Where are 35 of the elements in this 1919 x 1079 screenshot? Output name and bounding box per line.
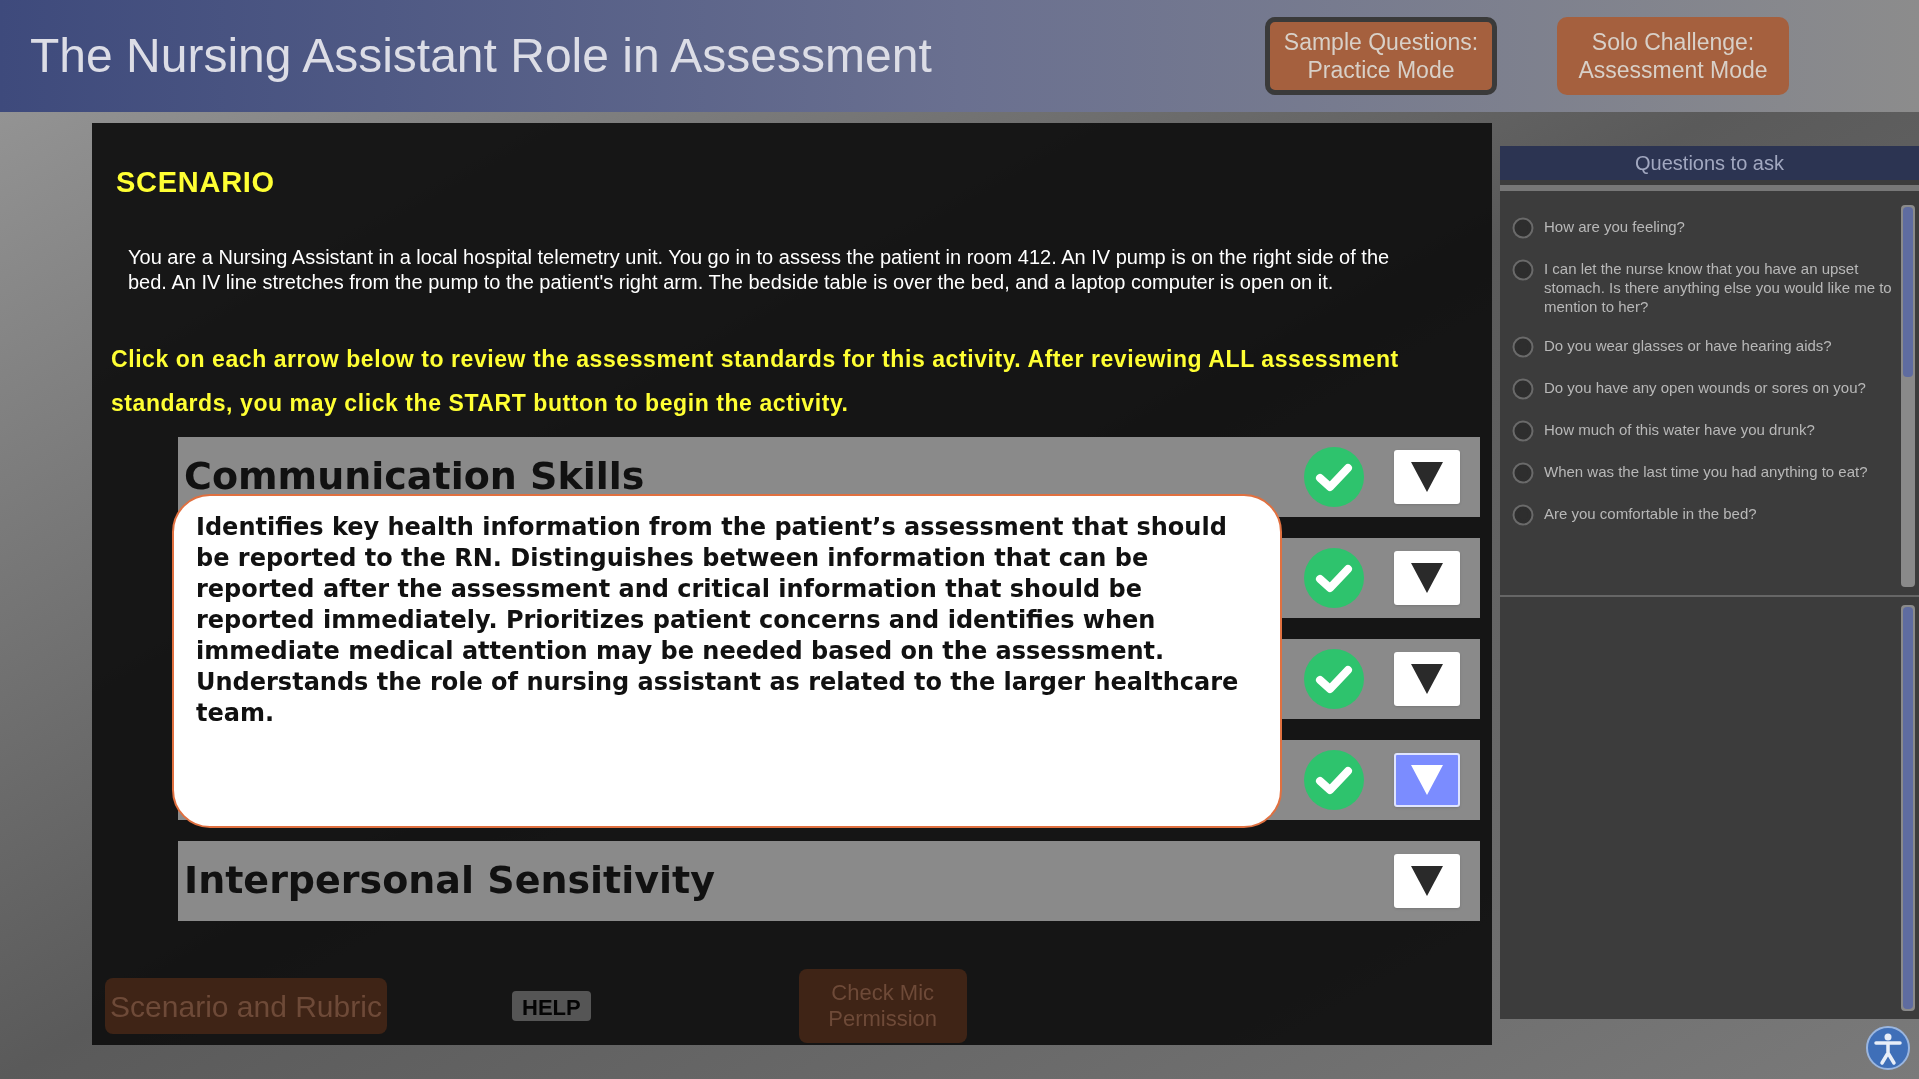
expand-button[interactable] (1394, 449, 1460, 504)
expand-button[interactable] (1394, 651, 1460, 706)
question-text[interactable]: When was the last time you had anything to eat? (1544, 462, 1868, 481)
standard-description-popup: Identifies key health information from the patient’s assessment that should be reported to the RN. Distinguishes between information that can be reported after the assessment and critical information that should be reported immediately. Prioritizes patient concerns and identifies when immediate medical attention may be needed based on the assessment. Understands the role of nursing assistant as related to the larger healthcare team. (172, 493, 1282, 828)
standard-title: Interpersonal Sensitivity (184, 858, 716, 902)
radio-button[interactable] (1512, 259, 1534, 281)
down-triangle-icon (1411, 764, 1443, 795)
down-triangle-icon (1411, 865, 1443, 896)
expand-button[interactable] (1394, 550, 1460, 605)
accessibility-icon[interactable] (1865, 1025, 1911, 1071)
question-text[interactable]: How much of this water have you drunk? (1544, 420, 1815, 439)
down-triangle-icon (1411, 562, 1443, 593)
question-text[interactable]: How are you feeling? (1544, 217, 1685, 236)
expand-button[interactable] (1394, 853, 1460, 908)
radio-button[interactable] (1512, 504, 1534, 526)
mode-button[interactable]: Solo Challenge: Assessment Mode (1557, 17, 1789, 95)
radio-button[interactable] (1512, 462, 1534, 484)
radio-button[interactable] (1512, 420, 1534, 442)
down-triangle-icon (1411, 461, 1443, 492)
question-text[interactable]: Do you have any open wounds or sores on you? (1544, 378, 1866, 397)
question-text[interactable]: Do you wear glasses or have hearing aids? (1544, 336, 1832, 355)
mode-button[interactable]: Sample Questions: Practice Mode (1265, 17, 1497, 95)
questions-title: Questions to ask (1500, 146, 1919, 180)
instructions-text: Click on each arrow below to review the assessment standards for this activity. After reviewing ALL assessment standards, you may click the START button to begin the activity. (111, 344, 1400, 418)
question-text[interactable]: I can let the nurse know that you have an upset stomach. Is there anything else you would like me to mention to her? (1544, 259, 1895, 316)
page-title: The Nursing Assistant Role in Assessment (30, 28, 932, 84)
radio-button[interactable] (1512, 378, 1534, 400)
scenario-heading: SCENARIO (116, 165, 275, 200)
scrollbar[interactable] (1901, 205, 1915, 587)
radio-button[interactable] (1512, 217, 1534, 239)
scrollbar[interactable] (1901, 605, 1915, 1011)
radio-button[interactable] (1512, 336, 1534, 358)
scenario-text: You are a Nursing Assistant in a local hospital telemetry unit. You go in to assess the patient in room 412. An IV pump is on the right side of the bed. An IV line stretches from the pump to the patient's right arm. The bedside table is over the bed, and a laptop computer is open on it. (128, 244, 1391, 295)
down-triangle-icon (1411, 663, 1443, 694)
question-text[interactable]: Are you comfortable in the bed? (1544, 504, 1757, 523)
